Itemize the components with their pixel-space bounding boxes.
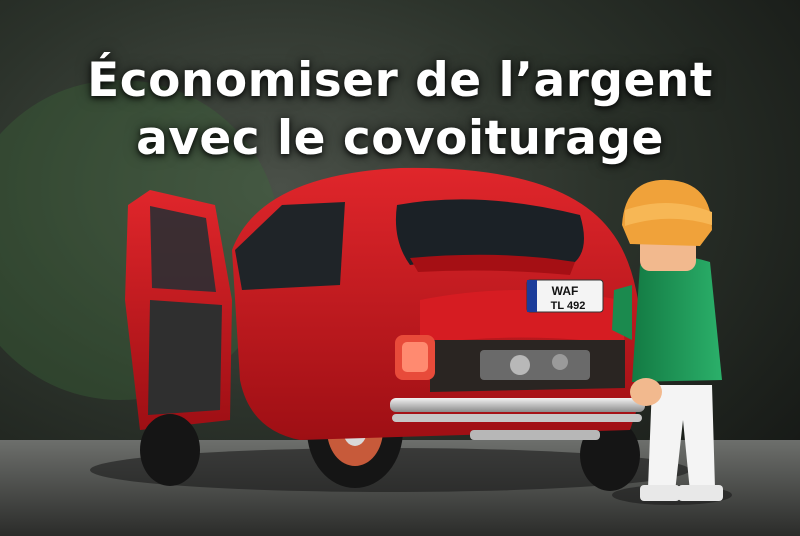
plate-line-2: TL 492 [551,300,586,312]
headline-line-1: Économiser de l’argent [87,53,713,108]
headline-line-2: avec le covoiturage [136,111,664,166]
plate-line-1: WAF [552,284,579,298]
license-plate: WAF TL 492 [526,279,604,313]
hero-image: WAF TL 492 Économiser de l’argent avec l… [0,0,800,536]
open-car-door [125,190,232,430]
headline: Économiser de l’argent avec le covoitura… [0,52,800,168]
